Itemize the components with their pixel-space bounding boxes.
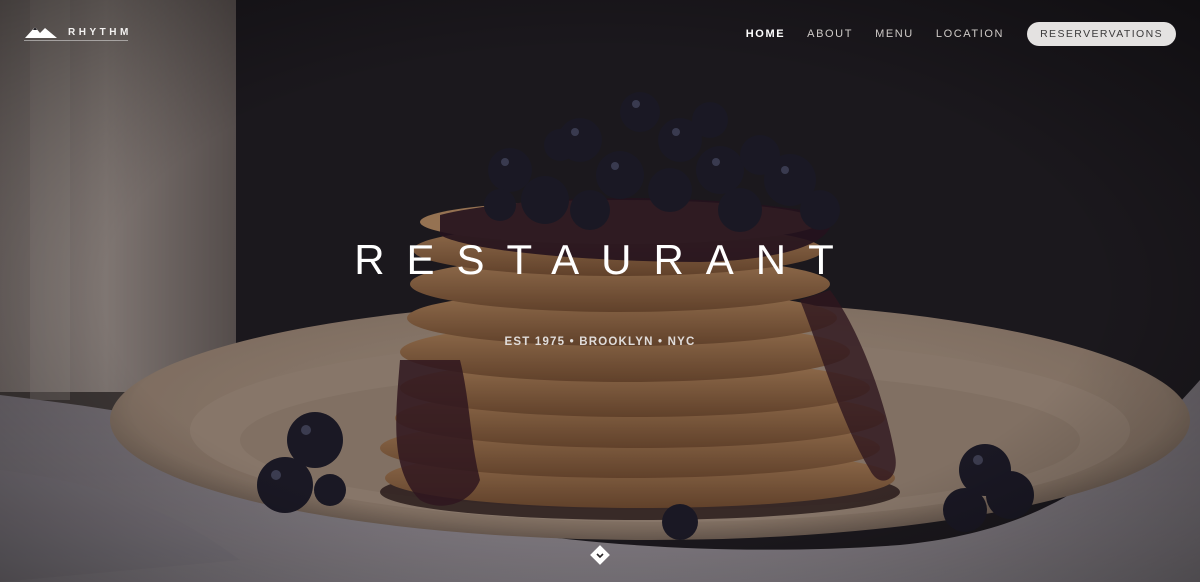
brand-name: RHYTHM bbox=[68, 26, 132, 38]
brand-logo[interactable]: RHYTHM bbox=[24, 22, 132, 42]
nav-about[interactable]: ABOUT bbox=[807, 28, 853, 40]
brand-divider bbox=[24, 40, 128, 41]
hero-section: RHYTHM HOME ABOUT MENU LOCATION RESERVER… bbox=[0, 0, 1200, 582]
reservations-button[interactable]: RESERVERVATIONS bbox=[1027, 22, 1176, 46]
nav-home[interactable]: HOME bbox=[746, 28, 785, 40]
nav-location[interactable]: LOCATION bbox=[936, 28, 1004, 40]
mountain-icon bbox=[25, 27, 57, 38]
chevron-down-icon[interactable] bbox=[589, 544, 611, 566]
hero-tagline: EST 1975 • BROOKLYN • NYC bbox=[504, 336, 696, 348]
hero-headline: RESTAURANT bbox=[354, 236, 856, 283]
hero-background-image bbox=[0, 0, 1200, 582]
main-nav: HOME ABOUT MENU LOCATION RESERVERVATIONS bbox=[724, 22, 1176, 46]
nav-menu[interactable]: MENU bbox=[875, 28, 914, 40]
